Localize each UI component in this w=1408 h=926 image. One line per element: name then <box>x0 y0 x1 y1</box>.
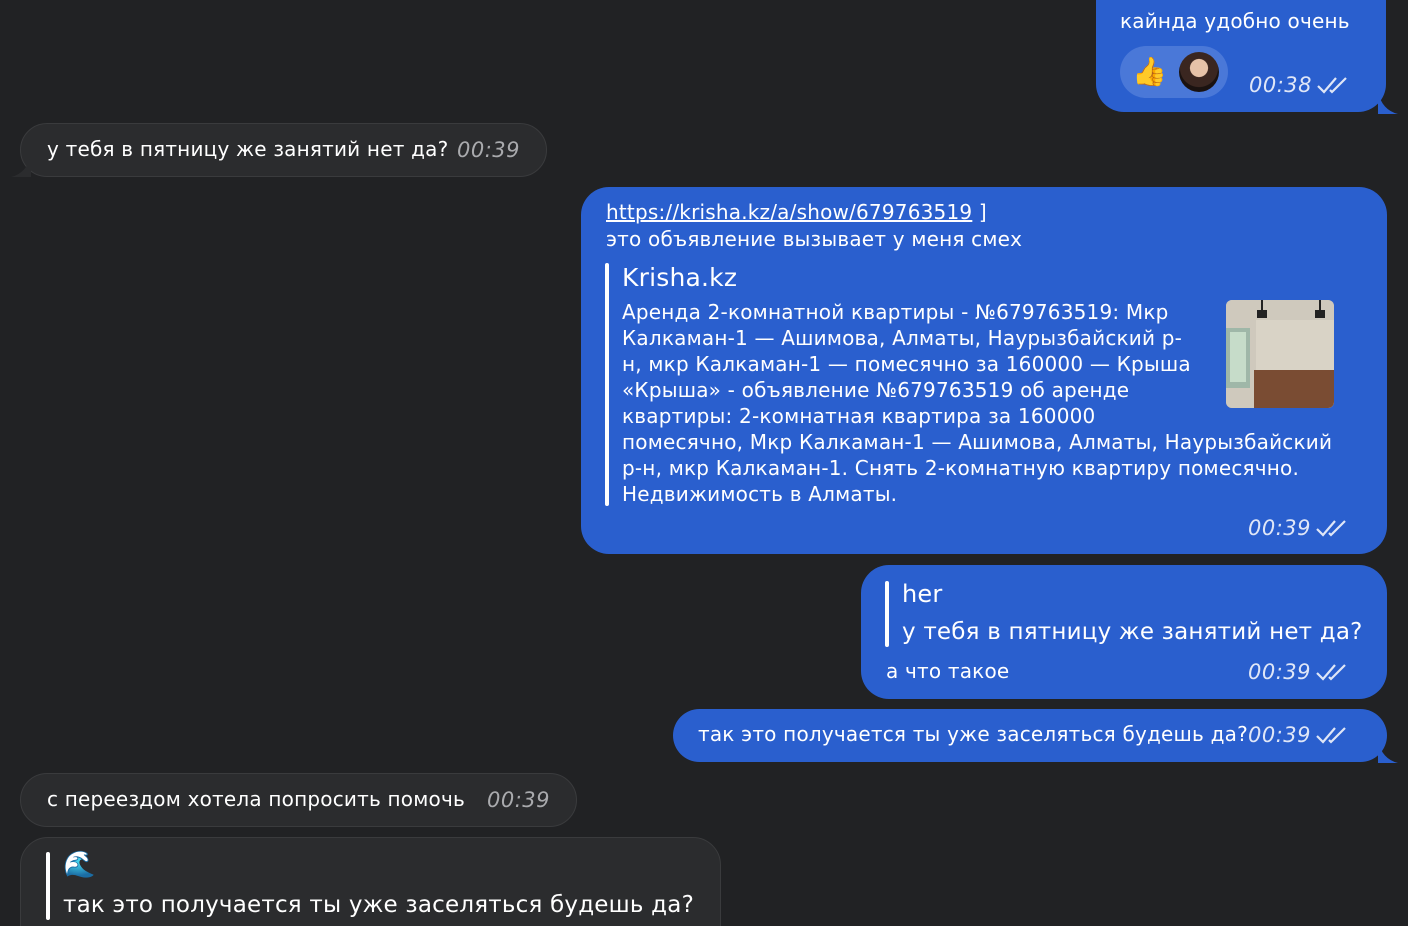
preview-desc-line: Недвижимость в Алматы. <box>622 482 898 506</box>
preview-desc-line: р-н, мкр Калкаман-1. Снять 2-комнатную к… <box>622 456 1300 480</box>
message-time: 00:39 <box>457 138 521 162</box>
message-link[interactable]: https://krisha.kz/a/show/679763519 <box>606 200 972 224</box>
preview-title-line: Калкаман-1 — Ашимова, Алматы, Наурызбайс… <box>622 326 1183 350</box>
message-time: 00:39 <box>1247 660 1311 684</box>
read-check-icon <box>1316 664 1346 681</box>
message-meta: 00:39 <box>1248 722 1349 748</box>
reply-author: her <box>902 580 943 608</box>
preview-bar <box>605 263 609 506</box>
reply-quote[interactable]: 🌊 так это получается ты уже заселяться б… <box>46 852 706 922</box>
message-time: 00:39 <box>1247 723 1311 747</box>
reply-text: у тебя в пятницу же занятий нет да? <box>902 619 1363 645</box>
reply-text: так это получается ты уже заселяться буд… <box>63 892 694 918</box>
read-check-icon <box>1316 727 1346 744</box>
preview-title-line: н, мкр Калкаман-1 — помесячно за 160000 … <box>622 352 1191 376</box>
message-incoming[interactable]: у тебя в пятницу же занятий нет да? 00:3… <box>20 123 547 177</box>
message-text: с переездом хотела попросить помочь <box>47 787 465 811</box>
message-outgoing-reply[interactable]: her у тебя в пятницу же занятий нет да? … <box>861 565 1387 699</box>
apartment-photo-icon <box>1226 300 1334 408</box>
wave-emoji-icon: 🌊 <box>63 850 96 880</box>
message-meta: 00:38 <box>1249 72 1350 98</box>
reply-quote[interactable]: her у тебя в пятницу же занятий нет да? <box>885 581 1365 649</box>
message-time: 00:39 <box>487 788 551 812</box>
message-outgoing[interactable]: так это получается ты уже заселяться буд… <box>673 709 1387 762</box>
message-incoming[interactable]: с переездом хотела попросить помочь 00:3… <box>20 773 577 827</box>
message-text: кайнда удобно очень <box>1120 9 1350 33</box>
message-link-line: https://krisha.kz/a/show/679763519 ] <box>606 199 987 225</box>
message-meta: 00:39 <box>1248 659 1349 685</box>
message-meta: 00:39 <box>487 787 550 813</box>
reply-bar <box>885 581 889 647</box>
thumbs-up-icon: 👍 <box>1132 55 1168 88</box>
message-meta: 00:39 <box>1248 515 1349 541</box>
reply-bar <box>46 852 50 920</box>
message-text: это объявление вызывает у меня смех <box>606 227 1023 251</box>
message-text: а что такое <box>886 659 1010 683</box>
message-outgoing[interactable]: кайнда удобно очень 👍 00:38 <box>1096 0 1386 112</box>
read-check-icon <box>1316 520 1346 537</box>
message-outgoing-link[interactable]: https://krisha.kz/a/show/679763519 ] это… <box>581 187 1387 554</box>
read-check-icon <box>1317 77 1347 94</box>
bubble-tail <box>1378 92 1398 114</box>
link-suffix: ] <box>972 200 987 224</box>
message-time: 00:38 <box>1248 73 1312 97</box>
bubble-tail <box>1378 741 1398 763</box>
preview-site: Krisha.kz <box>622 263 738 292</box>
avatar <box>1179 52 1220 92</box>
preview-title-line: Аренда 2-комнатной квартиры - №679763519… <box>622 300 1169 324</box>
message-time: 00:39 <box>1247 516 1311 540</box>
message-meta: 00:39 <box>457 137 520 163</box>
message-incoming-reply[interactable]: 🌊 так это получается ты уже заселяться б… <box>20 837 721 926</box>
preview-thumbnail[interactable] <box>1226 300 1334 408</box>
preview-desc-line: помесячно, Мкр Калкаман-1 — Ашимова, Алм… <box>622 430 1333 454</box>
preview-desc-line: квартиры: 2-комнатная квартира за 160000 <box>622 404 1096 428</box>
link-preview[interactable]: Krisha.kz Аренда 2-комнатной квартиры - … <box>605 263 1365 508</box>
chat-history[interactable]: кайнда удобно очень 👍 00:38 у тебя в пят… <box>0 0 1408 926</box>
reaction-chip[interactable]: 👍 <box>1120 46 1228 98</box>
bubble-tail <box>11 155 31 177</box>
preview-title: Аренда 2-комнатной квартиры - №679763519… <box>622 299 1191 377</box>
message-text: так это получается ты уже заселяться буд… <box>698 722 1248 746</box>
message-text: у тебя в пятницу же занятий нет да? <box>47 137 449 161</box>
